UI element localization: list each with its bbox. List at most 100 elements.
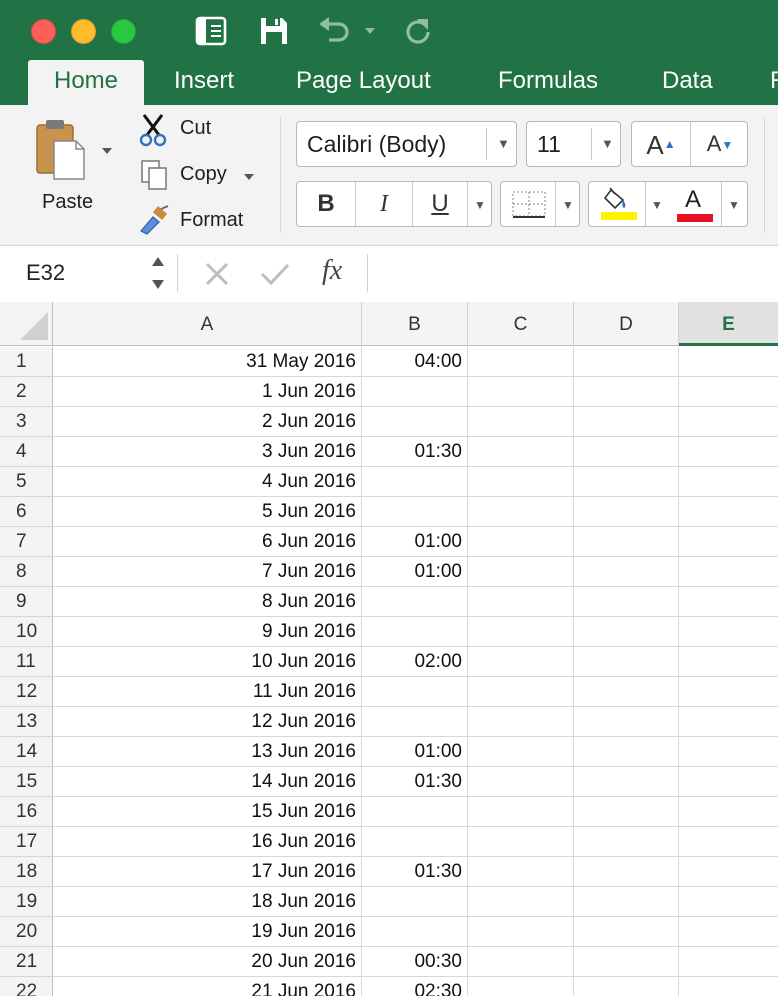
cell-e[interactable] <box>679 647 778 677</box>
cell-e[interactable] <box>679 617 778 647</box>
copy-dropdown-icon[interactable] <box>243 169 255 187</box>
cell-a[interactable]: 14 Jun 2016 <box>53 767 362 797</box>
cell-a[interactable]: 17 Jun 2016 <box>53 857 362 887</box>
paste-button[interactable]: Paste <box>42 191 93 214</box>
cell-e[interactable] <box>679 977 778 996</box>
undo-dropdown-icon[interactable] <box>364 14 376 48</box>
name-box[interactable]: E32 <box>8 246 174 300</box>
cell-b[interactable]: 01:30 <box>362 437 468 467</box>
cell-a[interactable]: 2 Jun 2016 <box>53 407 362 437</box>
cell-a[interactable]: 12 Jun 2016 <box>53 707 362 737</box>
row-header[interactable]: 5 <box>0 467 53 497</box>
cell-b[interactable]: 02:30 <box>362 977 468 996</box>
column-header-d[interactable]: D <box>574 302 679 346</box>
cell-b[interactable]: 01:00 <box>362 557 468 587</box>
cell-c[interactable] <box>468 407 574 437</box>
tab-insert[interactable]: Insert <box>174 60 234 105</box>
cancel-entry-icon[interactable] <box>204 261 230 292</box>
cell-b[interactable]: 02:00 <box>362 647 468 677</box>
tab-page-layout[interactable]: Page Layout <box>296 60 431 105</box>
font-color-button[interactable]: A <box>671 186 719 224</box>
italic-button[interactable]: I <box>356 182 412 226</box>
tab-home[interactable]: Home <box>28 60 144 105</box>
cell-d[interactable] <box>574 557 679 587</box>
cell-e[interactable] <box>679 557 778 587</box>
cell-d[interactable] <box>574 827 679 857</box>
cell-d[interactable] <box>574 947 679 977</box>
row-header[interactable]: 4 <box>0 437 53 467</box>
cell-e[interactable] <box>679 377 778 407</box>
cell-a[interactable]: 8 Jun 2016 <box>53 587 362 617</box>
cell-c[interactable] <box>468 857 574 887</box>
cell-c[interactable] <box>468 737 574 767</box>
cell-e[interactable] <box>679 707 778 737</box>
cell-b[interactable]: 01:30 <box>362 857 468 887</box>
undo-icon[interactable] <box>316 14 352 48</box>
row-header[interactable]: 20 <box>0 917 53 947</box>
row-header[interactable]: 9 <box>0 587 53 617</box>
cell-c[interactable] <box>468 917 574 947</box>
cell-e[interactable] <box>679 947 778 977</box>
column-header-b[interactable]: B <box>362 302 468 346</box>
cell-e[interactable] <box>679 677 778 707</box>
tab-data[interactable]: Data <box>662 60 713 105</box>
cell-b[interactable] <box>362 377 468 407</box>
underline-button[interactable]: U <box>413 182 467 226</box>
cell-a[interactable]: 13 Jun 2016 <box>53 737 362 767</box>
cell-e[interactable] <box>679 407 778 437</box>
cell-c[interactable] <box>468 557 574 587</box>
cell-a[interactable]: 1 Jun 2016 <box>53 377 362 407</box>
row-header[interactable]: 6 <box>0 497 53 527</box>
decrease-font-size-button[interactable]: A▼ <box>691 122 749 166</box>
cell-b[interactable] <box>362 887 468 917</box>
cell-b[interactable] <box>362 797 468 827</box>
cell-c[interactable] <box>468 377 574 407</box>
cell-b[interactable] <box>362 467 468 497</box>
row-header[interactable]: 22 <box>0 977 53 996</box>
tab-formulas[interactable]: Formulas <box>498 60 598 105</box>
cell-b[interactable]: 00:30 <box>362 947 468 977</box>
cell-a[interactable]: 18 Jun 2016 <box>53 887 362 917</box>
column-header-c[interactable]: C <box>468 302 574 346</box>
cell-d[interactable] <box>574 467 679 497</box>
row-header[interactable]: 19 <box>0 887 53 917</box>
row-header[interactable]: 1 <box>0 347 53 377</box>
cell-d[interactable] <box>574 977 679 996</box>
cell-b[interactable] <box>362 917 468 947</box>
cell-a[interactable]: 6 Jun 2016 <box>53 527 362 557</box>
tab-review[interactable]: R <box>770 60 778 105</box>
cell-b[interactable] <box>362 497 468 527</box>
cell-d[interactable] <box>574 407 679 437</box>
cell-c[interactable] <box>468 827 574 857</box>
cell-e[interactable] <box>679 767 778 797</box>
cell-d[interactable] <box>574 587 679 617</box>
cell-d[interactable] <box>574 767 679 797</box>
paste-icon[interactable] <box>34 117 90 181</box>
cell-c[interactable] <box>468 437 574 467</box>
cell-c[interactable] <box>468 947 574 977</box>
cell-d[interactable] <box>574 617 679 647</box>
row-header[interactable]: 11 <box>0 647 53 677</box>
redo-icon[interactable] <box>402 14 434 48</box>
cell-c[interactable] <box>468 347 574 377</box>
cell-e[interactable] <box>679 797 778 827</box>
cell-b[interactable] <box>362 707 468 737</box>
row-header[interactable]: 15 <box>0 767 53 797</box>
row-header[interactable]: 8 <box>0 557 53 587</box>
row-header[interactable]: 3 <box>0 407 53 437</box>
cell-c[interactable] <box>468 617 574 647</box>
cell-d[interactable] <box>574 797 679 827</box>
cell-e[interactable] <box>679 887 778 917</box>
borders-button[interactable]: ▼ <box>500 181 580 227</box>
confirm-entry-icon[interactable] <box>259 261 291 292</box>
cell-b[interactable] <box>362 827 468 857</box>
cell-d[interactable] <box>574 647 679 677</box>
cell-b[interactable] <box>362 407 468 437</box>
cell-a[interactable]: 11 Jun 2016 <box>53 677 362 707</box>
cell-a[interactable]: 5 Jun 2016 <box>53 497 362 527</box>
row-header[interactable]: 21 <box>0 947 53 977</box>
cell-b[interactable] <box>362 677 468 707</box>
cell-e[interactable] <box>679 917 778 947</box>
cell-a[interactable]: 15 Jun 2016 <box>53 797 362 827</box>
cell-d[interactable] <box>574 527 679 557</box>
